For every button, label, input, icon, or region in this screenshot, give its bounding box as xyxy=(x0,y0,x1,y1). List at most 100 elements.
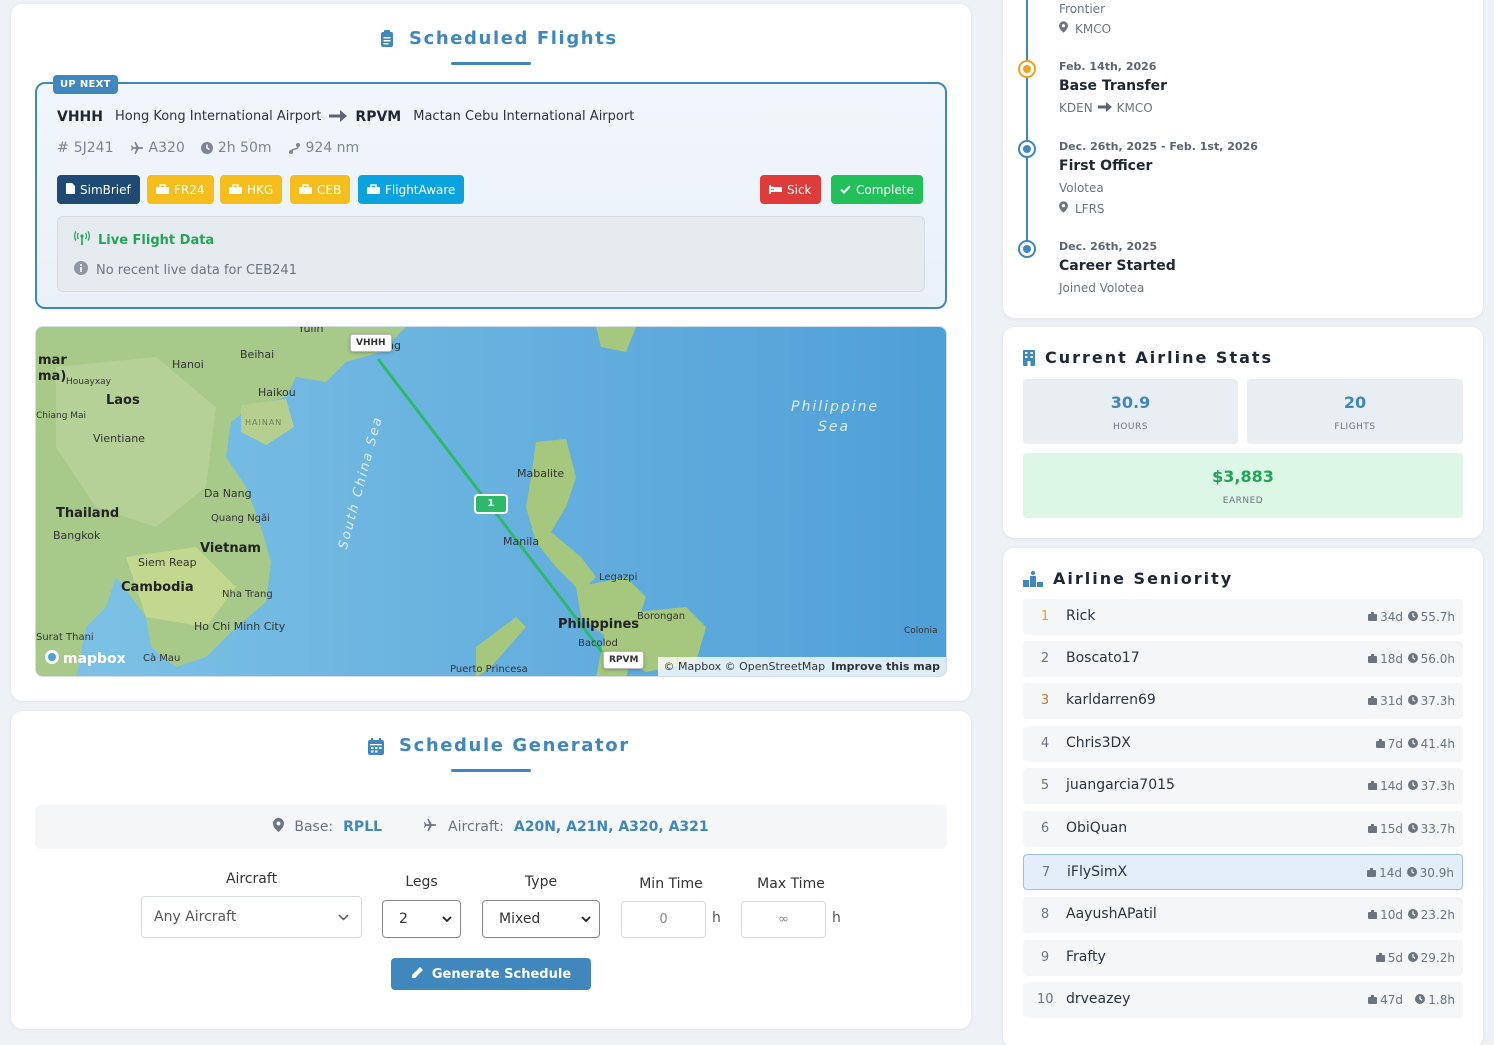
timeline-date: Feb. 14th, 2026 xyxy=(1059,60,1157,73)
seniority-days: 14d xyxy=(1367,866,1402,880)
origin-name: Hong Kong International Airport xyxy=(115,109,322,124)
timeline-transfer: KDEN KMCO xyxy=(1059,101,1153,115)
min-time-label: Min Time xyxy=(639,876,703,892)
live-flight-data-panel: Live Flight Data No recent live data for… xyxy=(57,216,925,292)
seniority-days: 14d xyxy=(1368,779,1403,793)
map-pin-icon xyxy=(1059,201,1068,216)
seniority-row[interactable]: 2 Boscato17 18d 56.0h xyxy=(1023,641,1463,677)
clock-icon xyxy=(1407,694,1418,708)
destination-name: Mactan Cebu International Airport xyxy=(413,109,635,124)
flights-stat: 20 FLIGHTS xyxy=(1247,379,1463,444)
map-label: Beihai xyxy=(240,348,275,361)
seniority-row[interactable]: 3 karldarren69 31d 37.3h xyxy=(1023,683,1463,719)
timeline-airline: Frontier xyxy=(1059,2,1106,16)
seniority-rank: 7 xyxy=(1041,865,1051,880)
aircraft-label: Aircraft: xyxy=(448,819,504,835)
flight-aircraft: A320 xyxy=(130,140,185,156)
hkg-button[interactable]: HKG xyxy=(220,175,283,204)
file-icon xyxy=(66,182,75,197)
timeline-note: Joined Volotea xyxy=(1059,281,1145,295)
map-label: mar xyxy=(38,353,67,368)
max-time-label: Max Time xyxy=(757,876,825,892)
seniority-row[interactable]: 9 Frafty 5d 29.2h xyxy=(1023,940,1463,976)
destination-marker[interactable]: RPVM xyxy=(603,651,645,669)
seniority-pilot-name: drveazey xyxy=(1066,991,1131,1007)
seniority-rank: 2 xyxy=(1040,651,1050,666)
route-arrow-icon xyxy=(329,107,348,126)
clipboard-icon xyxy=(380,30,394,48)
type-select[interactable]: Mixed xyxy=(482,900,600,938)
legs-select[interactable]: 2 xyxy=(382,900,461,938)
improve-map-link[interactable]: Improve this map xyxy=(831,660,940,673)
attribution-text[interactable]: © Mapbox © OpenStreetMap xyxy=(664,660,826,673)
flight-route: VHHH Hong Kong International Airport RPV… xyxy=(57,107,634,126)
sea-label: Sea xyxy=(818,419,851,435)
aircraft-field-label: Aircraft xyxy=(225,871,278,887)
seniority-row[interactable]: 8 AayushAPatil 10d 23.2h xyxy=(1023,897,1463,933)
type-field-label: Type xyxy=(524,874,558,890)
seniority-row[interactable]: 10 drveazey 47d 1.8h xyxy=(1023,982,1463,1018)
ceb-button[interactable]: CEB xyxy=(290,175,351,204)
briefcase-icon xyxy=(1375,951,1385,965)
seniority-row[interactable]: 1 Rick 34d 55.7h xyxy=(1023,599,1463,635)
calendar-icon xyxy=(368,738,384,755)
title-underline xyxy=(451,769,531,772)
seniority-hours: 41.4h xyxy=(1407,737,1455,751)
chevron-down-icon xyxy=(581,911,591,927)
broadcast-icon xyxy=(74,231,90,249)
seniority-days: 5d xyxy=(1375,951,1403,965)
title-underline xyxy=(451,62,531,65)
seniority-days: 47d xyxy=(1368,993,1403,1007)
plane-arrival-icon xyxy=(299,183,312,197)
min-time-unit: h xyxy=(712,910,721,926)
seniority-row[interactable]: 5 juangarcia7015 14d 37.3h xyxy=(1023,768,1463,804)
bed-icon xyxy=(769,183,782,197)
plane-departure-icon xyxy=(229,183,242,197)
aircraft-select[interactable]: Any Aircraft xyxy=(141,896,362,938)
generate-schedule-button[interactable]: Generate Schedule xyxy=(391,958,591,990)
briefcase-icon xyxy=(1368,993,1378,1007)
sick-button[interactable]: Sick xyxy=(760,175,821,204)
map-label: ma) xyxy=(38,369,67,384)
max-time-input[interactable]: ∞ xyxy=(741,901,826,938)
simbrief-button[interactable]: SimBrief xyxy=(57,175,140,204)
leg-badge[interactable]: 1 xyxy=(474,494,508,514)
seniority-days: 15d xyxy=(1368,822,1403,836)
scheduled-flights-title: Scheduled Flights xyxy=(409,28,618,49)
legs-field-label: Legs xyxy=(405,874,438,890)
timeline-date: Dec. 26th, 2025 - Feb. 1st, 2026 xyxy=(1059,140,1258,153)
seniority-row[interactable]: 4 Chris3DX 7d 41.4h xyxy=(1023,726,1463,762)
seniority-hours: 30.9h xyxy=(1406,866,1454,880)
hours-stat: 30.9 HOURS xyxy=(1023,379,1238,444)
briefcase-icon xyxy=(1367,866,1377,880)
flight-distance: 924 nm xyxy=(288,140,359,156)
seniority-days: 10d xyxy=(1368,908,1403,922)
seniority-rank: 6 xyxy=(1040,821,1050,836)
briefcase-icon xyxy=(1368,779,1378,793)
seniority-rank: 10 xyxy=(1037,992,1054,1007)
flightaware-button[interactable]: FlightAware xyxy=(358,175,465,204)
map-label: Bangkok xyxy=(53,529,101,542)
complete-button[interactable]: Complete xyxy=(831,175,923,204)
earned-value: $3,883 xyxy=(1212,467,1274,486)
seniority-pilot-name: Rick xyxy=(1066,608,1096,624)
flight-map[interactable]: Yulin Beihai Hanoi mar ma) Houayxay Laos… xyxy=(35,326,947,677)
seniority-hours: 55.7h xyxy=(1407,610,1455,624)
fr24-button[interactable]: FR24 xyxy=(147,175,214,204)
min-time-input[interactable]: 0 xyxy=(621,901,706,938)
flight-duration: 2h 50m xyxy=(200,140,272,156)
route-icon xyxy=(288,142,301,155)
seniority-row[interactable]: 6 ObiQuan 15d 33.7h xyxy=(1023,811,1463,847)
seniority-row[interactable]: 7 iFlySimX 14d 30.9h xyxy=(1023,854,1463,890)
origin-marker[interactable]: VHHH xyxy=(350,334,392,352)
check-icon xyxy=(840,183,851,197)
sea-label: Philippine xyxy=(791,399,880,415)
mapbox-logo[interactable]: mapbox xyxy=(44,649,126,669)
map-pin-icon xyxy=(1059,21,1068,36)
map-label: Cà Mau xyxy=(143,653,181,664)
live-flight-data-title: Live Flight Data xyxy=(74,231,214,249)
hours-value: 30.9 xyxy=(1110,393,1151,412)
seniority-hours: 56.0h xyxy=(1407,652,1455,666)
clock-icon xyxy=(200,142,213,154)
clock-icon xyxy=(1415,993,1426,1007)
